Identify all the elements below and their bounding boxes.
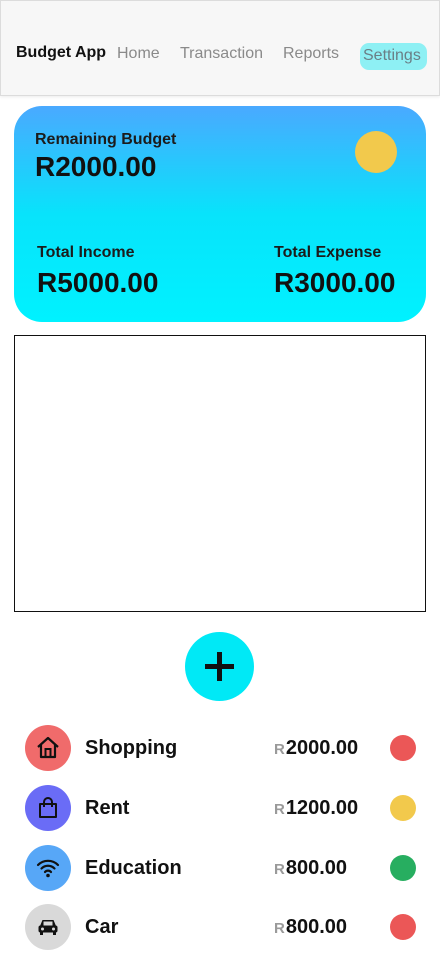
total-income-value: R5000.00 <box>37 267 159 298</box>
expense-name: Shopping <box>85 737 178 759</box>
house-icon <box>37 736 59 759</box>
expense-status-dot <box>390 914 416 940</box>
car-icon <box>38 920 58 935</box>
expense-row-car[interactable]: Car R800.00 <box>0 904 440 952</box>
total-income-label: Total Income <box>37 244 135 261</box>
expense-row-education[interactable]: Education R800.00 <box>0 845 440 893</box>
app-title: Budget App <box>16 44 107 61</box>
plus-icon <box>205 652 234 681</box>
expense-icon-bg <box>25 725 71 771</box>
currency-symbol: R <box>274 801 285 818</box>
total-expense-value: R3000.00 <box>274 267 396 298</box>
budget-status-indicator <box>355 131 397 173</box>
expense-amount-value: 1200.00 <box>285 797 359 819</box>
expense-name: Rent <box>85 797 130 819</box>
expense-row-rent[interactable]: Rent R1200.00 <box>0 785 440 833</box>
expense-amount-value: 800.00 <box>285 857 348 879</box>
nav-reports[interactable]: Reports <box>283 45 339 63</box>
top-nav-bar: Budget App Home Transaction Reports Sett… <box>0 0 440 96</box>
expense-status-dot <box>390 855 416 881</box>
expense-amount-value: 2000.00 <box>285 737 359 759</box>
remaining-budget-label: Remaining Budget <box>35 131 177 148</box>
shopping-bag-icon <box>39 797 57 818</box>
wifi-icon <box>36 859 60 878</box>
budget-summary-card: Remaining Budget R2000.00 Total Income R… <box>14 106 426 322</box>
expense-row-shopping[interactable]: Shopping R2000.00 <box>0 725 440 773</box>
currency-symbol: R <box>274 920 285 937</box>
currency-symbol: R <box>274 861 285 878</box>
expense-icon-bg <box>25 785 71 831</box>
expense-status-dot <box>390 795 416 821</box>
remaining-budget-value: R2000.00 <box>35 151 157 182</box>
total-expense-label: Total Expense <box>274 244 382 261</box>
expense-name: Car <box>85 916 119 938</box>
expense-status-dot <box>390 735 416 761</box>
currency-symbol: R <box>274 741 285 758</box>
expense-amount-value: 800.00 <box>285 916 348 938</box>
expense-icon-bg <box>25 845 71 891</box>
nav-transaction[interactable]: Transaction <box>180 45 263 63</box>
nav-home[interactable]: Home <box>117 45 160 63</box>
expense-amount: R800.00 <box>274 916 347 939</box>
expense-amount: R2000.00 <box>274 737 358 760</box>
chart-area <box>14 335 426 612</box>
expense-amount: R1200.00 <box>274 797 358 820</box>
nav-settings[interactable]: Settings <box>360 43 427 70</box>
expense-amount: R800.00 <box>274 857 347 880</box>
expense-name: Education <box>85 857 182 879</box>
add-transaction-button[interactable] <box>185 632 254 701</box>
expense-icon-bg <box>25 904 71 950</box>
